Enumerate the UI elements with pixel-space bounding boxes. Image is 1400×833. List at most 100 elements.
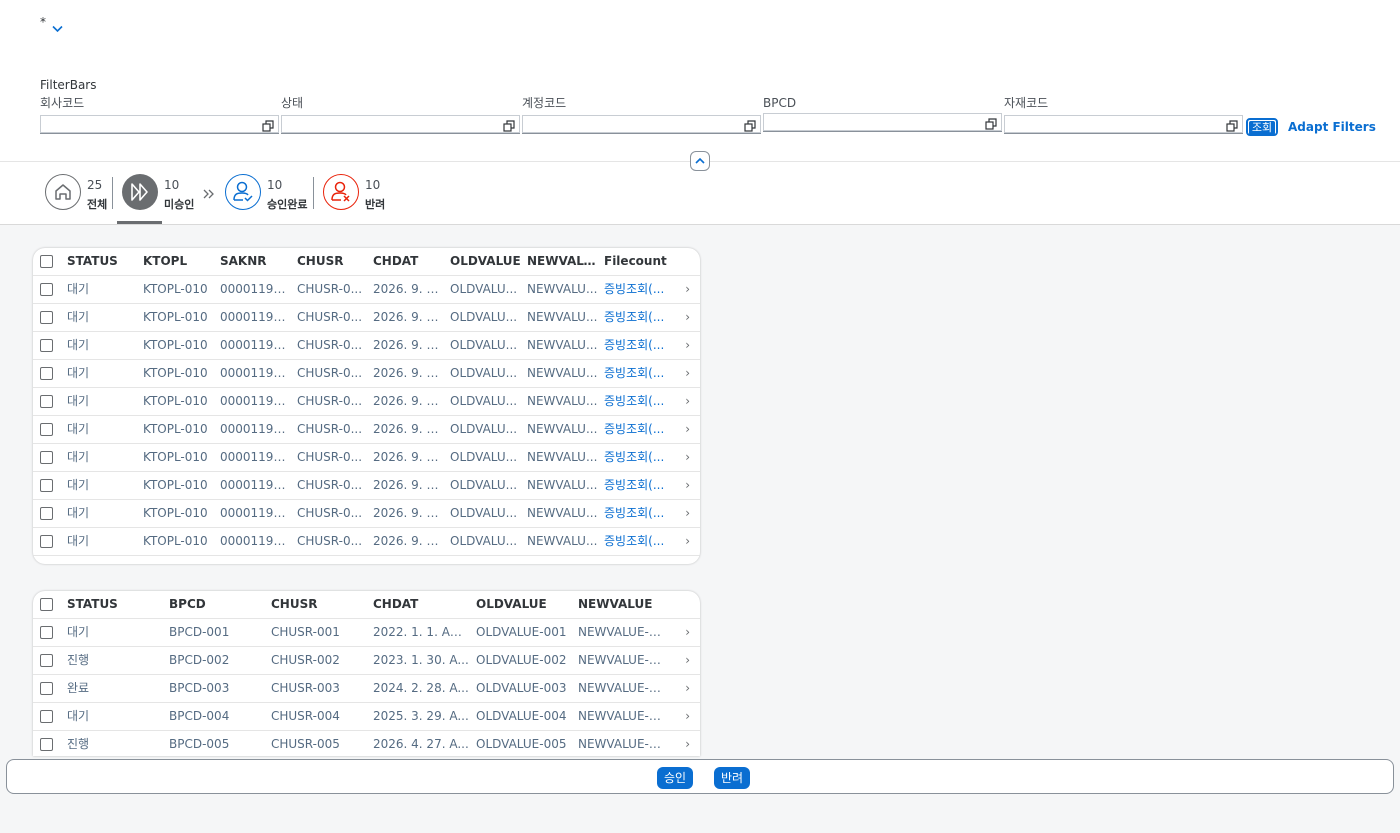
status-input[interactable] (281, 115, 520, 134)
variant-selector[interactable]: * (40, 15, 63, 33)
row-navigation-icon[interactable]: › (685, 619, 690, 646)
row-navigation-icon[interactable]: › (685, 675, 690, 702)
column-header[interactable]: OLDVALUE (476, 591, 572, 618)
table-row[interactable]: 진행 BPCD-005 CHUSR-005 2026. 4. 27. A... OLDV… (33, 731, 700, 756)
column-header[interactable]: CHUSR (297, 248, 367, 275)
column-header[interactable]: STATUS (67, 248, 137, 275)
row-checkbox[interactable] (40, 710, 53, 723)
row-checkbox[interactable] (40, 283, 53, 296)
row-navigation-icon[interactable]: › (685, 472, 690, 499)
table-cell: NEWVALU... (527, 422, 598, 436)
evidence-link[interactable]: 증빙조회(... (604, 388, 694, 415)
bpcd-input[interactable] (763, 113, 1002, 132)
row-checkbox[interactable] (40, 339, 53, 352)
row-navigation-icon[interactable]: › (685, 388, 690, 415)
row-navigation-icon[interactable]: › (685, 500, 690, 527)
table-row[interactable]: 대기 KTOPL-010 00001190... CHUSR-0... 2026. 9.… (33, 528, 700, 556)
company-code-input[interactable] (40, 115, 279, 134)
table-cell: 대기 (67, 506, 90, 520)
material-code-input[interactable] (1004, 115, 1243, 134)
row-navigation-icon[interactable]: › (685, 276, 690, 303)
select-all-checkbox[interactable] (40, 255, 53, 268)
row-navigation-icon[interactable]: › (685, 360, 690, 387)
evidence-link[interactable]: 증빙조회(... (604, 360, 694, 387)
column-header[interactable]: KTOPL (143, 248, 214, 275)
table-row[interactable]: 대기 KTOPL-010 00001190... CHUSR-0... 2026. 9.… (33, 444, 700, 472)
row-checkbox[interactable] (40, 682, 53, 695)
tab-all[interactable]: 25 전체 (45, 174, 115, 212)
tab-pending[interactable]: 10 미승인 (122, 174, 202, 212)
column-header[interactable]: CHUSR (271, 591, 367, 618)
table-cell: 진행 (67, 737, 90, 751)
column-header[interactable]: NEWVALUE (527, 248, 598, 275)
column-header[interactable]: Filecount (604, 248, 694, 275)
table-row[interactable]: 대기 KTOPL-010 00001190... CHUSR-0... 2026. 9.… (33, 360, 700, 388)
column-header[interactable]: NEWVALUE (578, 591, 668, 618)
table-row[interactable]: 대기 BPCD-001 CHUSR-001 2022. 1. 1. AM... OLDV… (33, 619, 700, 647)
row-navigation-icon[interactable]: › (685, 444, 690, 471)
column-header[interactable]: BPCD (169, 591, 265, 618)
tab-rejected[interactable]: 10 반려 (323, 174, 393, 212)
go-button[interactable]: 조회 (1246, 118, 1278, 136)
table-row[interactable]: 대기 KTOPL-010 00001190... CHUSR-0... 2026. 9.… (33, 500, 700, 528)
table-row[interactable]: 대기 KTOPL-010 00001190... CHUSR-0... 2026. 9.… (33, 472, 700, 500)
table-row[interactable]: 대기 KTOPL-010 00001190... CHUSR-0... 2026. 9.… (33, 416, 700, 444)
row-navigation-icon[interactable]: › (685, 332, 690, 359)
collapse-header-button[interactable] (690, 151, 710, 171)
evidence-link[interactable]: 증빙조회(... (604, 528, 694, 555)
value-help-icon[interactable] (985, 115, 997, 134)
table-cell: NEWVALU... (527, 282, 598, 296)
row-navigation-icon[interactable]: › (685, 647, 690, 674)
row-checkbox[interactable] (40, 507, 53, 520)
value-help-icon[interactable] (744, 117, 756, 136)
row-checkbox[interactable] (40, 311, 53, 324)
table-cell: CHUSR-0... (297, 338, 363, 352)
select-all-checkbox[interactable] (40, 598, 53, 611)
column-header[interactable]: CHDAT (373, 591, 470, 618)
value-help-icon[interactable] (262, 117, 274, 136)
user-rejected-icon (323, 174, 359, 210)
row-navigation-icon[interactable]: › (685, 304, 690, 331)
column-header[interactable]: STATUS (67, 591, 163, 618)
reject-button[interactable]: 반려 (714, 767, 750, 789)
table-row[interactable]: 대기 KTOPL-010 00001190... CHUSR-0... 2026. 9.… (33, 388, 700, 416)
row-navigation-icon[interactable]: › (685, 731, 690, 756)
evidence-link[interactable]: 증빙조회(... (604, 500, 694, 527)
table-row[interactable]: 진행 BPCD-002 CHUSR-002 2023. 1. 30. A... OLDV… (33, 647, 700, 675)
evidence-link[interactable]: 증빙조회(... (604, 304, 694, 331)
row-checkbox[interactable] (40, 626, 53, 639)
adapt-filters-button[interactable]: Adapt Filters (1288, 120, 1376, 134)
row-checkbox[interactable] (40, 479, 53, 492)
filterbar-title: FilterBars (40, 78, 97, 92)
column-header[interactable]: OLDVALUE (450, 248, 521, 275)
table-row[interactable]: 대기 KTOPL-010 00001190... CHUSR-0... 2026. 9.… (33, 276, 700, 304)
table-row[interactable]: 대기 KTOPL-010 00001190... CHUSR-0... 2026. 9.… (33, 332, 700, 360)
row-checkbox[interactable] (40, 738, 53, 751)
evidence-link[interactable]: 증빙조회(... (604, 472, 694, 499)
account-code-input[interactable] (522, 115, 761, 134)
tab-approved[interactable]: 10 승인완료 (225, 174, 310, 212)
row-checkbox[interactable] (40, 654, 53, 667)
row-navigation-icon[interactable]: › (685, 703, 690, 730)
row-checkbox[interactable] (40, 535, 53, 548)
row-navigation-icon[interactable]: › (685, 528, 690, 555)
evidence-link[interactable]: 증빙조회(... (604, 444, 694, 471)
table-row[interactable]: 대기 KTOPL-010 00001190... CHUSR-0... 2026. 9.… (33, 304, 700, 332)
column-header[interactable]: SAKNR (220, 248, 291, 275)
approve-button[interactable]: 승인 (657, 767, 693, 789)
row-checkbox[interactable] (40, 423, 53, 436)
evidence-link[interactable]: 증빙조회(... (604, 332, 694, 359)
row-checkbox[interactable] (40, 395, 53, 408)
table-cell: NEWVALUE-001 (578, 625, 668, 639)
row-checkbox[interactable] (40, 367, 53, 380)
table-row[interactable]: 완료 BPCD-003 CHUSR-003 2024. 2. 28. A... OLDV… (33, 675, 700, 703)
column-header[interactable]: CHDAT (373, 248, 444, 275)
table-cell: KTOPL-010 (143, 422, 208, 436)
row-checkbox[interactable] (40, 451, 53, 464)
row-navigation-icon[interactable]: › (685, 416, 690, 443)
value-help-icon[interactable] (1226, 117, 1238, 136)
evidence-link[interactable]: 증빙조회(... (604, 416, 694, 443)
evidence-link[interactable]: 증빙조회(... (604, 276, 694, 303)
table-row[interactable]: 대기 BPCD-004 CHUSR-004 2025. 3. 29. A... OLDV… (33, 703, 700, 731)
value-help-icon[interactable] (503, 117, 515, 136)
